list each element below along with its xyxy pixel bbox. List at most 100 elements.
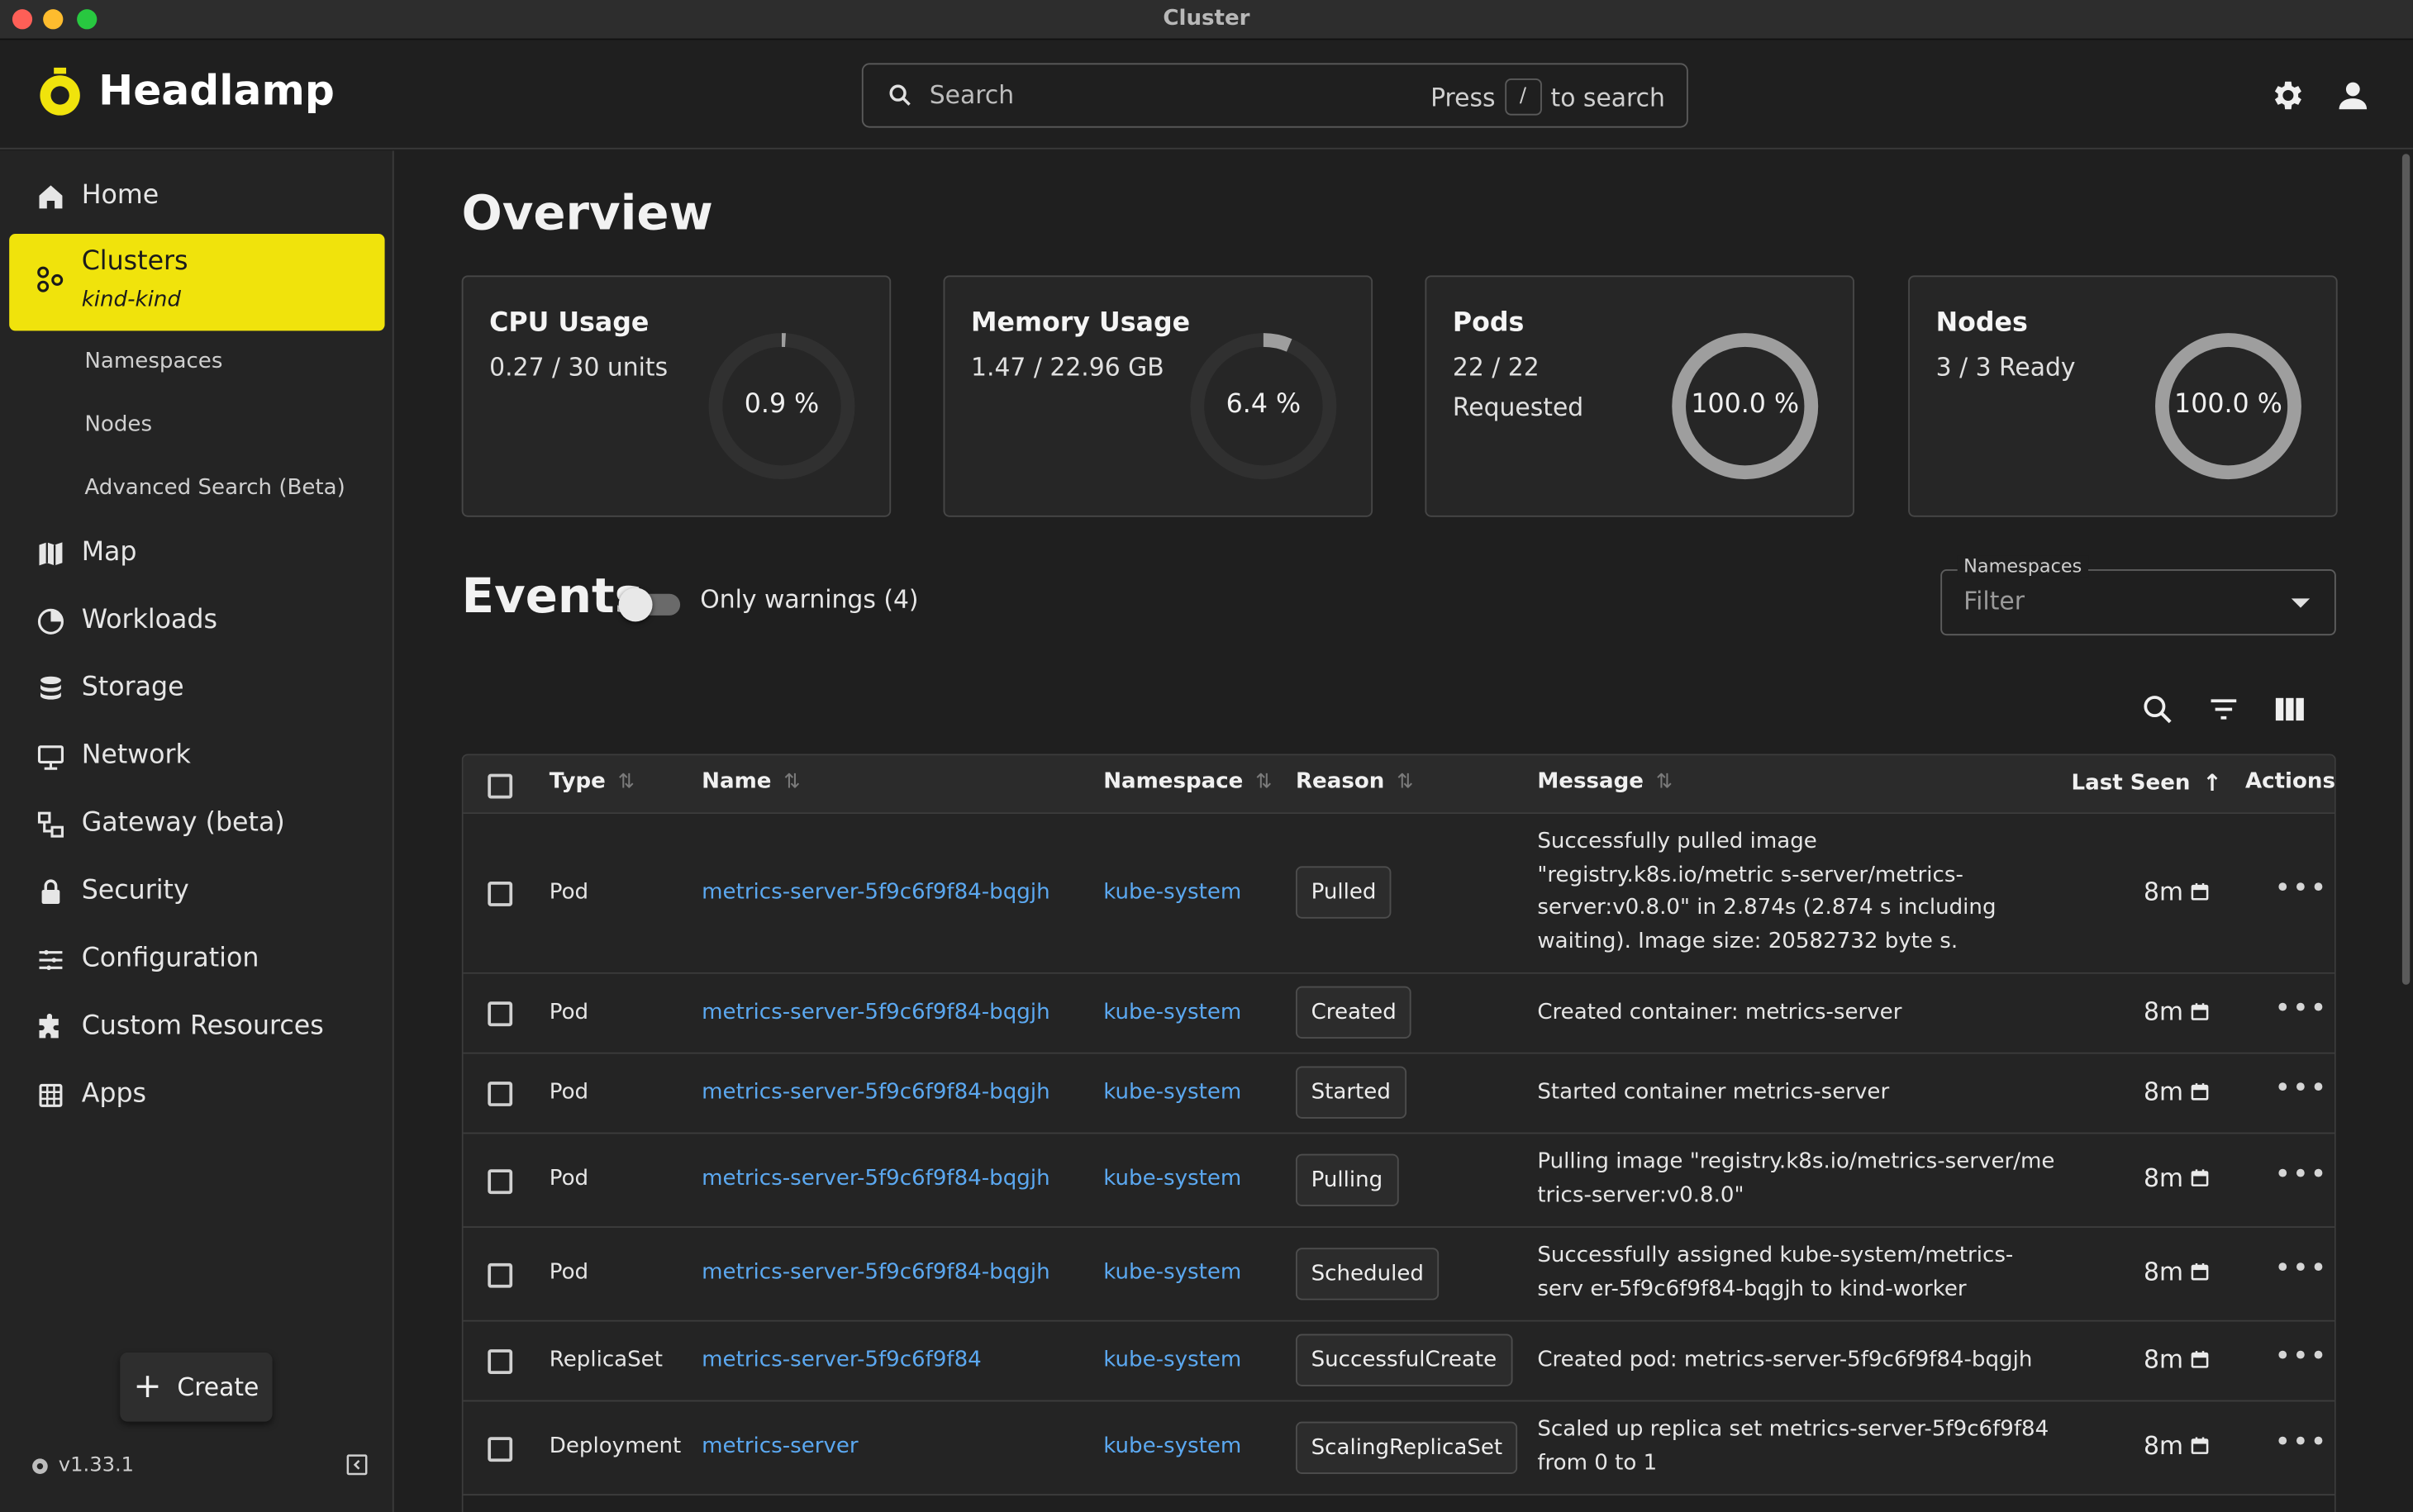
- row-checkbox[interactable]: [488, 1001, 513, 1027]
- event-last-seen: 8m: [2144, 1431, 2210, 1460]
- sidebar-item-home[interactable]: Home: [0, 164, 394, 226]
- window-title: Cluster: [1163, 6, 1250, 31]
- event-reason-chip: Pulling: [1295, 1153, 1398, 1206]
- event-message: Started container metrics-server: [1537, 1080, 1890, 1105]
- sidebar-item-storage[interactable]: Storage: [0, 657, 394, 718]
- row-checkbox[interactable]: [488, 1349, 513, 1374]
- event-type: Deployment: [549, 1434, 682, 1459]
- event-namespace-link[interactable]: kube-system: [1103, 1167, 1241, 1191]
- row-actions-menu-icon[interactable]: •••: [2274, 1072, 2328, 1105]
- event-object-link[interactable]: metrics-server: [702, 1434, 858, 1459]
- event-namespace-link[interactable]: kube-system: [1103, 1434, 1241, 1459]
- event-type: ReplicaSet: [549, 1348, 663, 1373]
- column-header-message[interactable]: Message ⇅: [1537, 769, 1673, 794]
- table-row: Pod metrics-server-5f9c6f9f84-bqgjh kube…: [463, 814, 2334, 974]
- event-namespace-link[interactable]: kube-system: [1103, 1000, 1241, 1025]
- dropdown-arrow-icon: [2291, 598, 2311, 608]
- sidebar-item-workloads[interactable]: Workloads: [0, 589, 394, 650]
- event-last-seen: 8m: [2144, 1077, 2210, 1106]
- sort-ascending-icon: ↑: [2202, 769, 2222, 797]
- sort-icon: ⇅: [1397, 770, 1414, 793]
- sidebar-item-apps[interactable]: Apps: [0, 1063, 394, 1124]
- sidebar-item-namespaces[interactable]: Namespaces: [84, 349, 222, 374]
- filter-list-icon[interactable]: [2206, 692, 2240, 726]
- row-actions-menu-icon[interactable]: •••: [2274, 1426, 2328, 1458]
- event-namespace-link[interactable]: kube-system: [1103, 880, 1241, 905]
- event-object-link[interactable]: metrics-server-5f9c6f9f84-bqgjh: [702, 1000, 1049, 1025]
- row-checkbox[interactable]: [488, 1169, 513, 1195]
- column-header-type[interactable]: Type ⇅: [550, 769, 635, 794]
- only-warnings-toggle[interactable]: [618, 587, 681, 622]
- plus-icon: +: [133, 1367, 162, 1406]
- memory-usage-card: Memory Usage 1.47 / 22.96 GB 6.4 %: [943, 275, 1373, 517]
- sort-icon: ⇅: [783, 770, 801, 793]
- event-object-link[interactable]: metrics-server-5f9c6f9f84-bqgjh: [702, 880, 1049, 905]
- row-checkbox[interactable]: [488, 1262, 513, 1288]
- events-title: Events: [461, 569, 643, 625]
- sidebar-item-label: Network: [81, 739, 191, 771]
- event-object-link[interactable]: metrics-server-5f9c6f9f84-bqgjh: [702, 1260, 1049, 1285]
- column-header-reason[interactable]: Reason ⇅: [1296, 769, 1414, 794]
- table-search-icon[interactable]: [2140, 692, 2174, 726]
- gateway-icon: [37, 811, 64, 838]
- overview-title: Overview: [461, 186, 713, 242]
- sidebar-item-network[interactable]: Network: [0, 725, 394, 786]
- row-checkbox[interactable]: [488, 1437, 513, 1462]
- row-checkbox[interactable]: [488, 1082, 513, 1106]
- sidebar-item-configuration[interactable]: Configuration: [0, 928, 394, 989]
- select-all-checkbox[interactable]: [488, 773, 513, 799]
- event-object-link[interactable]: metrics-server-5f9c6f9f84-bqgjh: [702, 1167, 1049, 1191]
- view-columns-icon[interactable]: [2273, 692, 2306, 726]
- sidebar-item-clusters[interactable]: Clusters kind-kind: [9, 234, 385, 331]
- column-label: Message: [1537, 769, 1644, 794]
- collapse-sidebar-icon[interactable]: [345, 1453, 369, 1477]
- page-scrollbar[interactable]: [2401, 154, 2411, 985]
- sidebar-item-gateway[interactable]: Gateway (beta): [0, 792, 394, 853]
- app-bar: Headlamp Search Press / to search: [0, 40, 2413, 150]
- column-label: Actions: [2244, 769, 2335, 794]
- account-icon[interactable]: [2334, 77, 2372, 114]
- sidebar-item-security[interactable]: Security: [0, 860, 394, 921]
- sidebar-item-map[interactable]: Map: [0, 521, 394, 582]
- row-actions-menu-icon[interactable]: •••: [2274, 1158, 2328, 1191]
- event-reason-chip: Created: [1295, 986, 1412, 1039]
- event-object-link[interactable]: metrics-server-5f9c6f9f84: [702, 1348, 982, 1372]
- search-hint-prefix: Press: [1430, 82, 1496, 112]
- row-actions-menu-icon[interactable]: •••: [2274, 872, 2328, 905]
- search-input[interactable]: Search Press / to search: [861, 63, 1688, 128]
- settings-gear-icon[interactable]: [2268, 77, 2306, 114]
- event-namespace-link[interactable]: kube-system: [1103, 1260, 1241, 1285]
- sidebar-item-label: Apps: [81, 1078, 147, 1110]
- row-checkbox[interactable]: [488, 882, 513, 906]
- column-header-name[interactable]: Name ⇅: [702, 769, 800, 794]
- event-message: Successfully pulled image "registry.k8s.…: [1537, 829, 1997, 953]
- calendar-icon: [2191, 1351, 2208, 1368]
- brand-name[interactable]: Headlamp: [98, 68, 335, 116]
- window-titlebar: Cluster: [0, 0, 2413, 40]
- last-seen-value: 8m: [2144, 1430, 2184, 1461]
- column-header-last-seen[interactable]: Last Seen ↑: [2072, 769, 2222, 797]
- event-namespace-link[interactable]: kube-system: [1103, 1080, 1241, 1105]
- sidebar-item-advanced-search[interactable]: Advanced Search (Beta): [84, 475, 345, 500]
- sidebar-item-nodes[interactable]: Nodes: [84, 412, 152, 437]
- map-icon: [39, 542, 63, 566]
- create-button[interactable]: + Create: [120, 1352, 273, 1422]
- event-message: Pulling image "registry.k8s.io/metrics-s…: [1537, 1149, 2055, 1207]
- table-row: Pod metrics-server-5f9c6f9f84-bqgjh kube…: [463, 973, 2334, 1054]
- event-object-link[interactable]: metrics-server-5f9c6f9f84-bqgjh: [702, 1080, 1049, 1105]
- event-message: Created pod: metrics-server-5f9c6f9f84-b…: [1537, 1348, 2033, 1373]
- sidebar-item-custom-resources[interactable]: Custom Resources: [0, 996, 394, 1057]
- only-warnings-label[interactable]: Only warnings (4): [700, 585, 918, 614]
- search-shortcut-hint: Press / to search: [1430, 78, 1665, 116]
- row-actions-menu-icon[interactable]: •••: [2274, 1340, 2328, 1372]
- event-reason-chip: Started: [1295, 1066, 1406, 1119]
- column-header-namespace[interactable]: Namespace ⇅: [1103, 769, 1272, 794]
- namespaces-filter-select[interactable]: Namespaces Filter: [1940, 555, 2336, 636]
- calendar-icon: [2191, 1169, 2208, 1186]
- row-actions-menu-icon[interactable]: •••: [2274, 992, 2328, 1025]
- version-info: v1.33.1: [31, 1454, 134, 1477]
- event-reason-chip: SuccessfulCreate: [1295, 1334, 1512, 1386]
- row-actions-menu-icon[interactable]: •••: [2274, 1253, 2328, 1285]
- sort-icon: ⇅: [617, 770, 635, 793]
- event-namespace-link[interactable]: kube-system: [1103, 1348, 1241, 1372]
